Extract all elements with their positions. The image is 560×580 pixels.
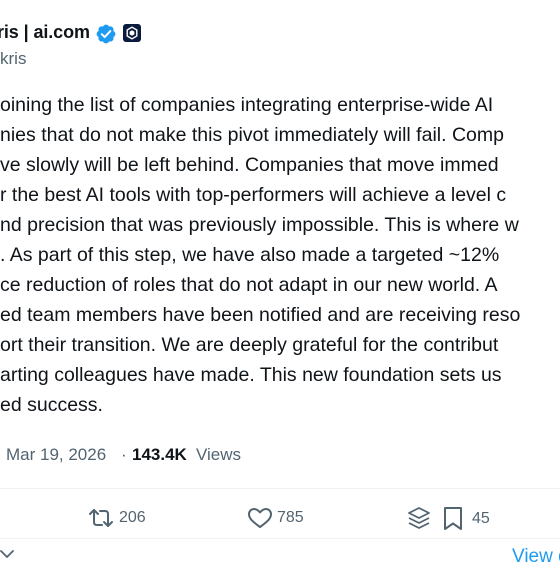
grok-button[interactable]: [406, 505, 432, 533]
tweet-text-line: nd precision that was previously impossi…: [0, 214, 519, 236]
verified-badge-icon[interactable]: [95, 23, 117, 45]
retweet-button[interactable]: 206: [87, 506, 146, 530]
chevron-down-icon[interactable]: [0, 548, 14, 562]
display-name[interactable]: ris | ai.com: [0, 22, 90, 43]
layers-icon: [408, 507, 430, 529]
bookmark-icon: [444, 507, 462, 530]
tweet-text-line: ve slowly will be left behind. Companies…: [0, 154, 499, 176]
heart-icon: [248, 508, 272, 528]
bookmark-count: 45: [472, 510, 490, 527]
tweet-text-line: ed success.: [0, 394, 103, 416]
like-button[interactable]: 785: [247, 506, 304, 530]
view-quotes-link[interactable]: View q: [512, 546, 560, 568]
bookmark-button[interactable]: 45: [442, 505, 490, 533]
affiliate-badge-icon[interactable]: [123, 24, 141, 42]
tweet-text-line: arting colleagues have made. This new fo…: [0, 364, 502, 386]
tweet-text-line: oining the list of companies integrating…: [0, 94, 494, 116]
tweet-date[interactable]: Mar 19, 2026: [6, 444, 106, 466]
views-label: Views: [196, 445, 242, 464]
meta-separator: ·: [121, 445, 127, 464]
tweet-text-line: . As part of this step, we have also mad…: [0, 244, 500, 266]
views-count: 143.4K: [132, 445, 187, 464]
retweet-icon: [89, 509, 113, 527]
retweet-count: 206: [119, 509, 146, 526]
tweet-text-line: ed team members have been notified and a…: [0, 304, 521, 326]
divider: [0, 538, 560, 539]
tweet-text-line: ort their transition. We are deeply grat…: [0, 334, 499, 356]
tweet-text-line: nies that do not make this pivot immedia…: [0, 124, 504, 146]
tweet-text-line: r the best AI tools with top-performers …: [0, 184, 507, 206]
like-count: 785: [277, 509, 304, 526]
user-handle[interactable]: kris: [0, 49, 26, 69]
divider: [0, 488, 560, 489]
tweet-text-line: ce reduction of roles that do not adapt …: [0, 274, 498, 296]
